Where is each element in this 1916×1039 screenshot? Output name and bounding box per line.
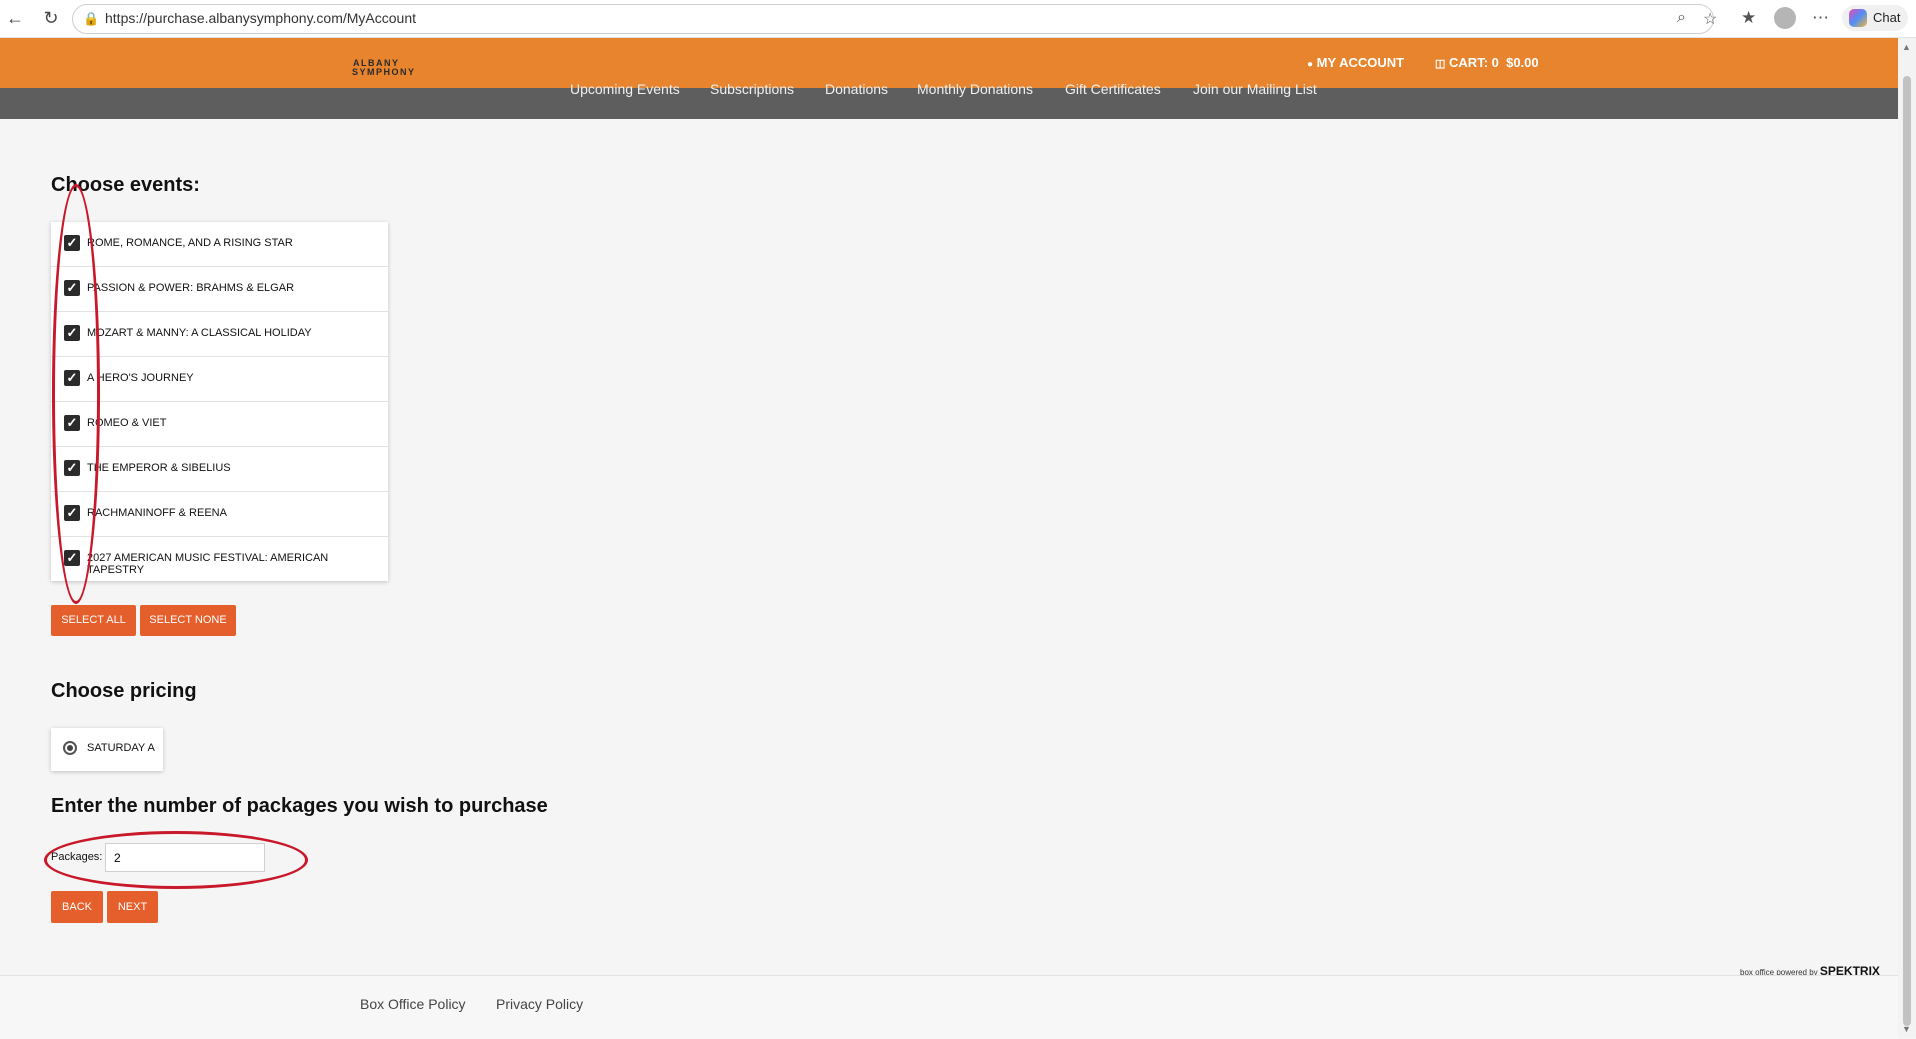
packages-label: Packages: bbox=[51, 851, 103, 863]
favorite-star-icon[interactable]: ☆ bbox=[1703, 9, 1717, 29]
page-footer: Box Office Policy Privacy Policy bbox=[0, 975, 1898, 1039]
list-item[interactable]: ✓ RACHMANINOFF & REENA bbox=[51, 492, 388, 537]
list-item[interactable]: ✓ THE EMPEROR & SIBELIUS bbox=[51, 447, 388, 492]
event-label: ROME, ROMANCE, AND A RISING STAR bbox=[87, 237, 293, 249]
scrollbar-thumb[interactable] bbox=[1903, 76, 1911, 1026]
privacy-policy-link[interactable]: Privacy Policy bbox=[496, 996, 583, 1012]
copilot-icon bbox=[1849, 9, 1867, 27]
event-label: MOZART & MANNY: A CLASSICAL HOLIDAY bbox=[87, 327, 312, 339]
pricing-label: SATURDAY A bbox=[87, 742, 155, 754]
nav-subscriptions[interactable]: Subscriptions bbox=[710, 81, 794, 97]
next-button[interactable]: NEXT bbox=[107, 891, 158, 923]
main-nav: Upcoming Events Subscriptions Donations … bbox=[0, 81, 1898, 119]
reload-icon[interactable]: ↻ bbox=[40, 7, 62, 29]
albany-symphony-logo[interactable]: ALBANY SYMPHONY bbox=[352, 59, 416, 77]
event-label: 2027 AMERICAN MUSIC FESTIVAL: AMERICAN T… bbox=[87, 552, 329, 576]
chat-label: Chat bbox=[1873, 10, 1901, 25]
list-item[interactable]: ✓ ROMEO & VIET bbox=[51, 402, 388, 447]
box-office-policy-link[interactable]: Box Office Policy bbox=[360, 996, 466, 1012]
zoom-icon[interactable]: ⌕ bbox=[1677, 9, 1686, 27]
more-menu-icon[interactable]: ⋯ bbox=[1812, 8, 1829, 28]
user-icon: ● bbox=[1307, 59, 1314, 70]
packages-heading: Enter the number of packages you wish to… bbox=[51, 795, 548, 817]
list-item[interactable]: ✓ 2027 AMERICAN MUSIC FESTIVAL: AMERICAN … bbox=[51, 537, 388, 581]
event-checkbox[interactable]: ✓ bbox=[64, 415, 80, 431]
choose-pricing-heading: Choose pricing bbox=[51, 680, 197, 702]
back-arrow-icon[interactable]: ← bbox=[4, 7, 26, 29]
events-list: ✓ ROME, ROMANCE, AND A RISING STAR ✓ PASSI… bbox=[51, 222, 388, 581]
list-item[interactable]: ✓ A HERO'S JOURNEY bbox=[51, 357, 388, 402]
event-label: A HERO'S JOURNEY bbox=[87, 372, 194, 384]
my-account-link[interactable]: ● MY ACCOUNT bbox=[1307, 55, 1404, 70]
back-button[interactable]: BACK bbox=[51, 891, 103, 923]
nav-upcoming-events[interactable]: Upcoming Events bbox=[570, 81, 680, 97]
url-text[interactable]: https://purchase.albanysymphony.com/MyAc… bbox=[105, 10, 416, 26]
browser-toolbar: ← ↻ 🔒 https://purchase.albanysymphony.co… bbox=[0, 0, 1916, 38]
profile-avatar-icon[interactable] bbox=[1774, 7, 1796, 29]
address-bar[interactable]: 🔒 https://purchase.albanysymphony.com/My… bbox=[72, 4, 1717, 34]
scroll-up-icon[interactable]: ▲ bbox=[1902, 42, 1911, 52]
cart-label: CART: 0 $0.00 bbox=[1449, 55, 1539, 70]
page-scrollbar[interactable]: ▲ ▼ bbox=[1898, 38, 1916, 1038]
select-none-button[interactable]: SELECT NONE bbox=[140, 605, 236, 636]
chat-button[interactable]: Chat bbox=[1842, 5, 1908, 31]
event-checkbox[interactable]: ✓ bbox=[64, 505, 80, 521]
packages-input[interactable] bbox=[105, 843, 265, 872]
my-account-label: MY ACCOUNT bbox=[1316, 55, 1405, 70]
pricing-option[interactable]: SATURDAY A bbox=[51, 728, 163, 771]
nav-donations[interactable]: Donations bbox=[825, 81, 888, 97]
radio-selected-dot bbox=[67, 745, 73, 751]
event-checkbox[interactable]: ✓ bbox=[64, 325, 80, 341]
nav-gift-certificates[interactable]: Gift Certificates bbox=[1065, 81, 1161, 97]
nav-monthly-donations[interactable]: Monthly Donations bbox=[917, 81, 1033, 97]
nav-mailing-list[interactable]: Join our Mailing List bbox=[1193, 81, 1317, 97]
list-item[interactable]: ✓ ROME, ROMANCE, AND A RISING STAR bbox=[51, 222, 388, 267]
list-item[interactable]: ✓ PASSION & POWER: BRAHMS & ELGAR bbox=[51, 267, 388, 312]
lock-icon[interactable]: 🔒 bbox=[83, 11, 99, 27]
favorites-icon[interactable]: ★ bbox=[1741, 8, 1756, 28]
event-checkbox[interactable]: ✓ bbox=[64, 280, 80, 296]
event-checkbox[interactable]: ✓ bbox=[64, 550, 80, 566]
event-checkbox[interactable]: ✓ bbox=[64, 370, 80, 386]
select-all-button[interactable]: SELECT ALL bbox=[51, 605, 136, 636]
event-checkbox[interactable]: ✓ bbox=[64, 235, 80, 251]
list-item[interactable]: ✓ MOZART & MANNY: A CLASSICAL HOLIDAY bbox=[51, 312, 388, 357]
event-checkbox[interactable]: ✓ bbox=[64, 460, 80, 476]
cart-link[interactable]: ◫ CART: 0 $0.00 bbox=[1435, 55, 1539, 70]
scroll-down-icon[interactable]: ▼ bbox=[1902, 1024, 1911, 1034]
event-label: ROMEO & VIET bbox=[87, 417, 167, 429]
event-label: PASSION & POWER: BRAHMS & ELGAR bbox=[87, 282, 295, 294]
pricing-radio[interactable] bbox=[63, 741, 77, 755]
event-label: THE EMPEROR & SIBELIUS bbox=[87, 462, 231, 474]
logo-line2: SYMPHONY bbox=[352, 67, 416, 77]
cart-icon: ◫ bbox=[1435, 58, 1446, 70]
choose-events-heading: Choose events: bbox=[51, 174, 200, 196]
event-label: RACHMANINOFF & REENA bbox=[87, 507, 227, 519]
